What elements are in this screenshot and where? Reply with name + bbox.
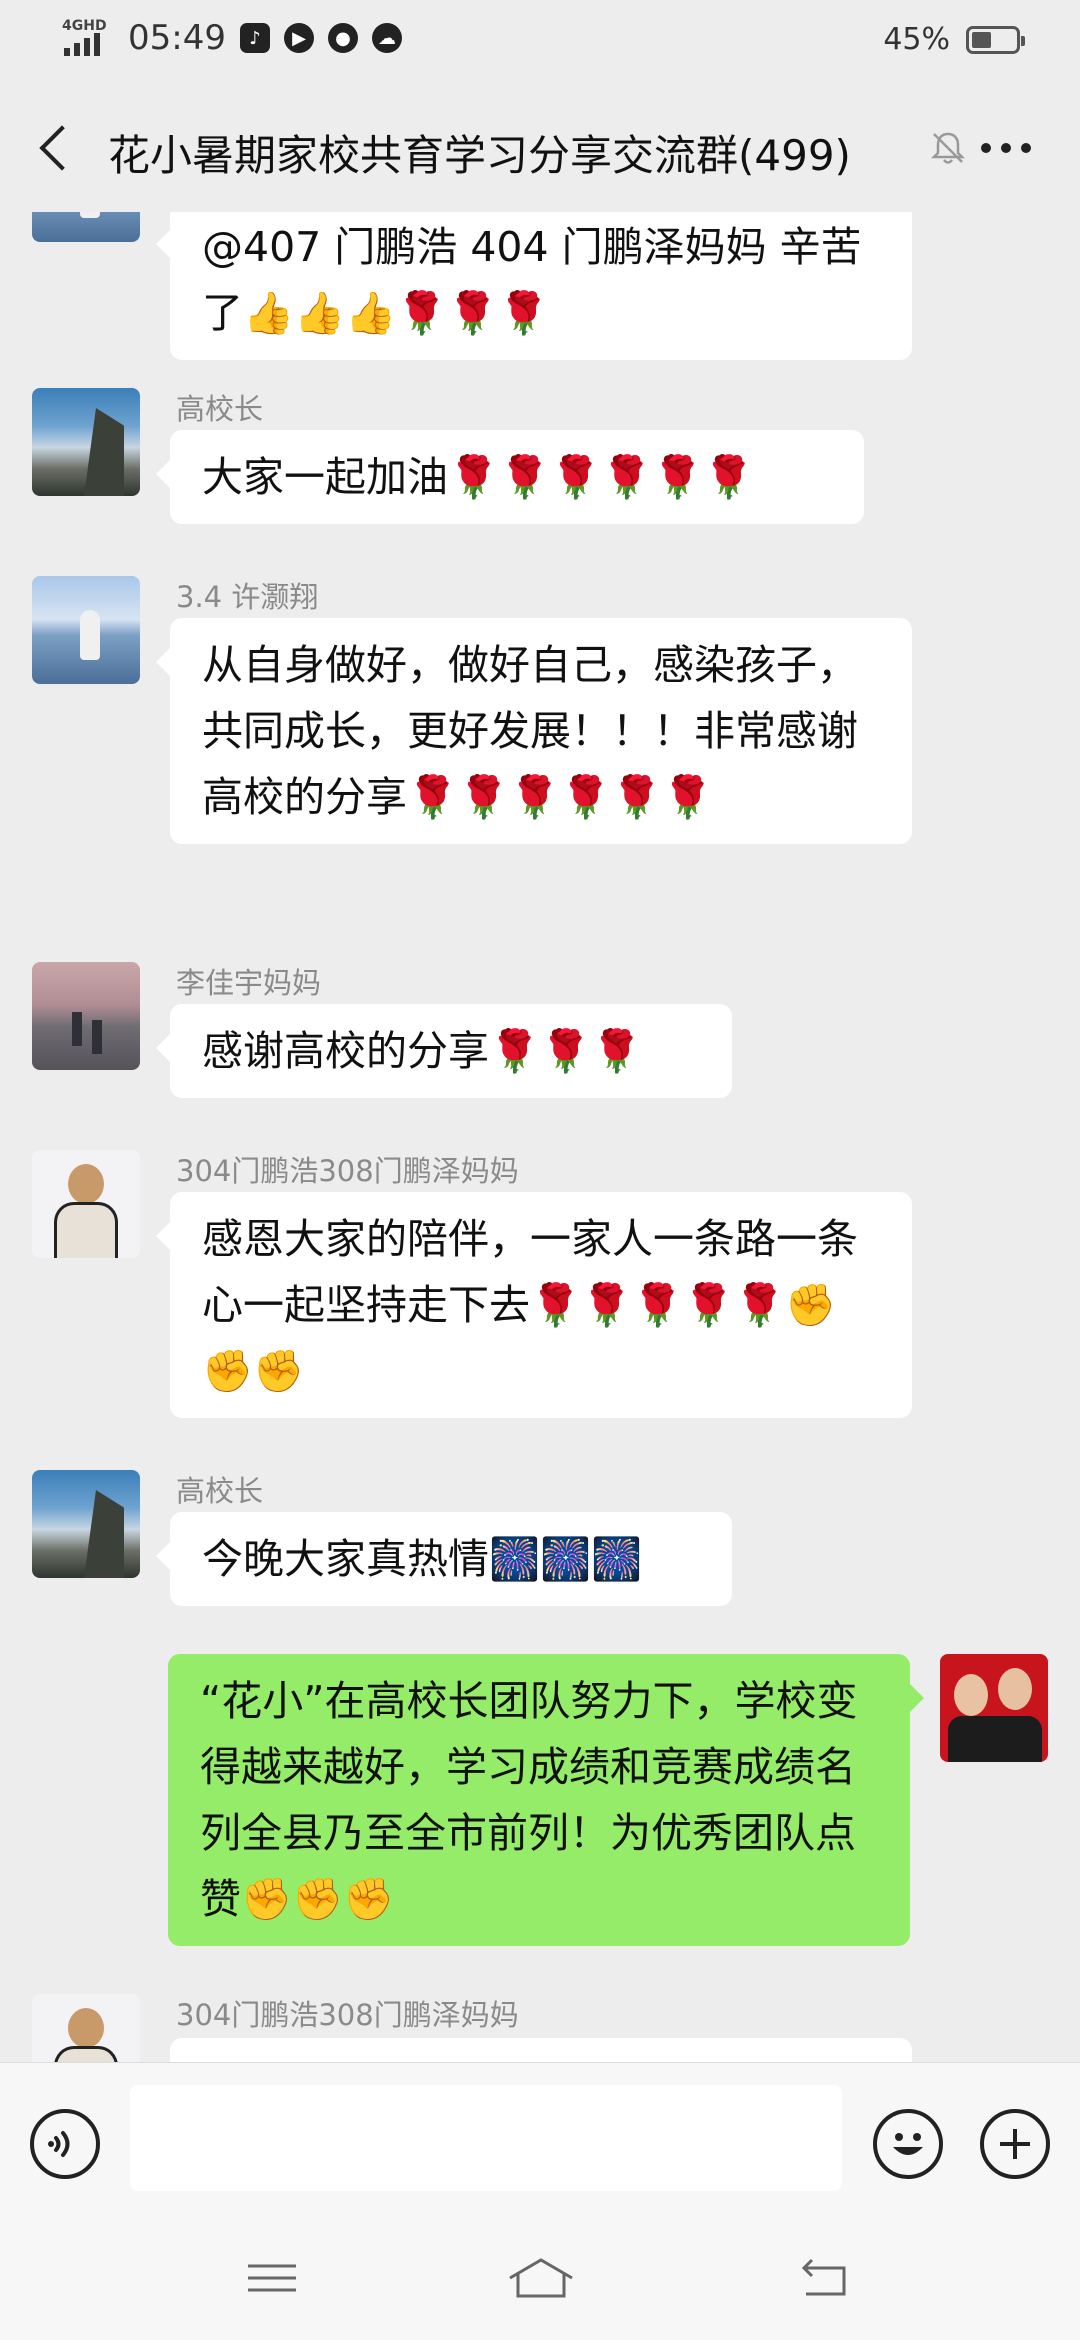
system-navigation-bar (0, 2224, 1080, 2340)
avatar[interactable] (32, 962, 140, 1070)
message-bubble[interactable]: @407 门鹏浩 404 门鹏泽妈妈 辛苦了👍👍👍🌹🌹🌹 (156, 212, 912, 360)
avatar[interactable] (940, 1654, 1048, 1762)
plus-icon[interactable] (980, 2109, 1050, 2179)
sender-name: 304门鹏浩308门鹏泽妈妈 (176, 1154, 519, 1188)
message-bubble[interactable] (170, 2038, 912, 2062)
clock: 05:49 (128, 18, 226, 58)
status-bar: 4GHD 05:49 ♪ ▶ ● ☁ 45% (0, 0, 1080, 84)
sender-name: 3.4 许灏翔 (176, 580, 319, 614)
back-icon[interactable] (34, 122, 78, 174)
cloud-icon: ☁ (371, 23, 402, 53)
avatar[interactable] (32, 212, 140, 242)
avatar[interactable] (32, 1150, 140, 1258)
tiktok-icon: ♪ (239, 23, 270, 53)
chat-header: 花小暑期家校共育学习分享交流群(499) (0, 84, 1080, 212)
chat-title: 花小暑期家校共育学习分享交流群(499) (108, 131, 851, 180)
avatar[interactable] (32, 1470, 140, 1578)
play-icon: ▶ (283, 23, 314, 53)
sender-name: 高校长 (176, 1474, 264, 1508)
more-icon[interactable] (976, 128, 1036, 168)
network-type: 4GHD (62, 18, 107, 34)
menu-icon[interactable] (244, 2254, 300, 2302)
back-arrow-icon[interactable] (796, 2254, 852, 2302)
message-input[interactable] (130, 2085, 842, 2191)
voice-icon[interactable] (30, 2109, 100, 2179)
avatar[interactable] (32, 388, 140, 496)
message-bubble[interactable]: 感恩大家的陪伴，一家人一条路一条心一起坚持走下去🌹🌹🌹🌹🌹✊✊✊ (156, 1192, 912, 1418)
message-bubble[interactable]: 从自身做好，做好自己，感染孩子，共同成长，更好发展！！！非常感谢高校的分享🌹🌹🌹… (156, 618, 912, 844)
battery-icon (966, 25, 1025, 54)
emoji-icon[interactable] (873, 2109, 943, 2179)
mute-bell-icon (930, 132, 966, 164)
message-bubble[interactable]: 感谢高校的分享🌹🌹🌹 (156, 1004, 732, 1098)
chat-icon: ● (327, 23, 358, 53)
battery-percent: 45% (883, 22, 950, 57)
message-bubble[interactable]: 大家一起加油🌹🌹🌹🌹🌹🌹 (156, 430, 864, 524)
battery-fill (972, 31, 991, 48)
avatar[interactable] (32, 576, 140, 684)
signal-icon: 4GHD (62, 18, 114, 58)
avatar[interactable] (32, 1994, 140, 2062)
sender-name: 李佳宇妈妈 (176, 966, 322, 1000)
message-list[interactable]: @407 门鹏浩 404 门鹏泽妈妈 辛苦了👍👍👍🌹🌹🌹 高校长 大家一起加油🌹… (0, 212, 1080, 2062)
input-bar (0, 2062, 1080, 2225)
sender-name: 304门鹏浩308门鹏泽妈妈 (176, 1998, 519, 2032)
message-bubble[interactable]: “花小”在高校长团队努力下，学校变得越来越好，学习成绩和竞赛成绩名列全县乃至全市… (168, 1654, 924, 1946)
message-bubble[interactable]: 今晚大家真热情🎆🎆🎆 (156, 1512, 732, 1606)
home-icon[interactable] (506, 2254, 576, 2302)
sender-name: 高校长 (176, 392, 264, 426)
